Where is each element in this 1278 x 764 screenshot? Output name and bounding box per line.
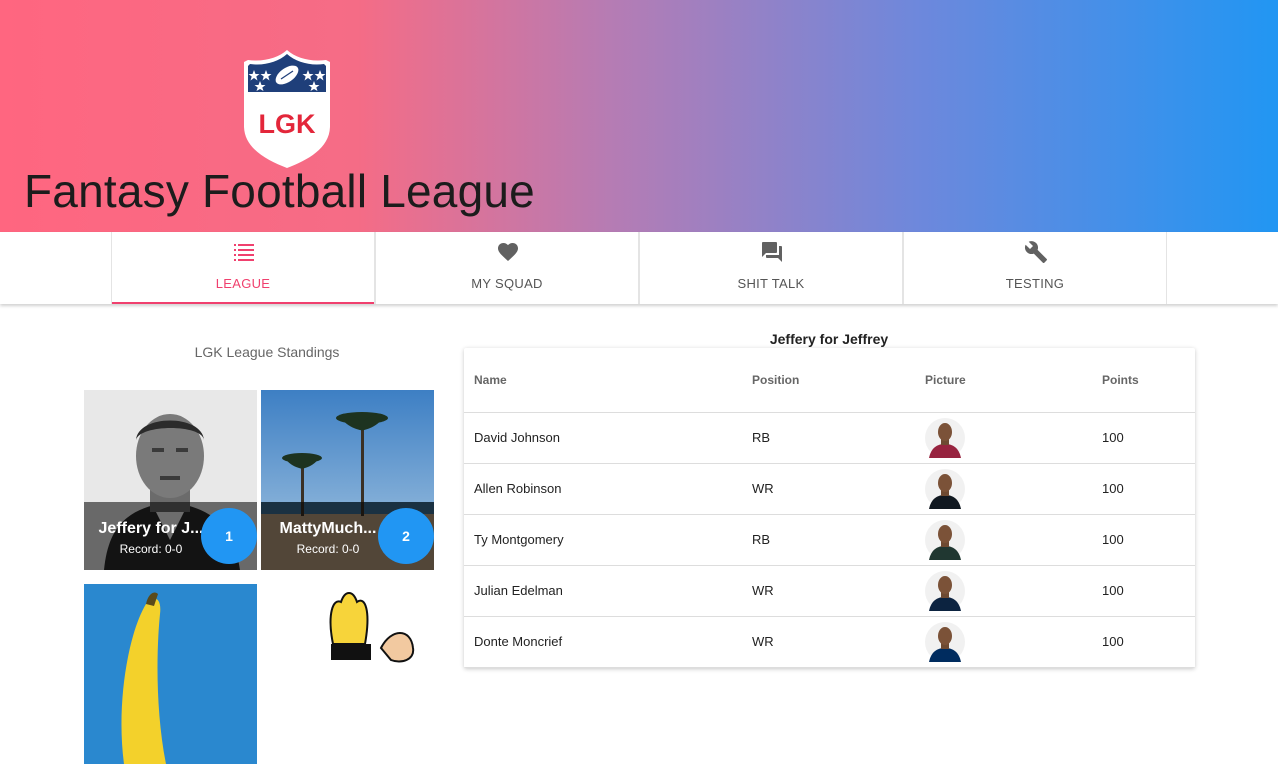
player-points: 100 — [1102, 412, 1195, 464]
player-avatar — [925, 519, 965, 560]
wrench-icon — [1024, 241, 1047, 263]
player-picture-cell — [925, 514, 1102, 566]
team-record: Record: 0-0 — [296, 542, 360, 556]
player-name: David Johnson — [464, 412, 752, 464]
tab-testing-label: TESTING — [1005, 276, 1065, 291]
player-position: RB — [752, 514, 925, 566]
header-banner: LGK Fantasy Football League — [0, 0, 1278, 232]
heart-icon — [498, 243, 518, 261]
column-header-position[interactable]: Position — [752, 348, 925, 413]
player-name: Ty Montgomery — [464, 514, 752, 566]
team-name: Jeffery for J... — [98, 520, 204, 537]
player-points: 100 — [1102, 463, 1195, 515]
team-card[interactable]: Jeffery for J... Record: 0-0 1 — [84, 390, 257, 570]
table-row[interactable]: Julian Edelman WR 100 — [464, 565, 1195, 617]
tab-league-label: LEAGUE — [215, 276, 271, 291]
team-photo — [84, 584, 257, 764]
table-header-row: Name Position Picture Points — [464, 348, 1195, 413]
list-icon — [234, 244, 254, 261]
player-picture-cell — [925, 412, 1102, 464]
team-name: MattyMuch... — [279, 520, 377, 537]
team-card[interactable] — [261, 584, 434, 764]
tab-shit-talk[interactable]: SHIT TALK — [639, 232, 903, 304]
team-record: Record: 0-0 — [119, 542, 183, 556]
table-row[interactable]: David Johnson RB 100 — [464, 412, 1195, 464]
player-position: WR — [752, 616, 925, 668]
team-photo — [261, 584, 434, 764]
tab-league[interactable]: LEAGUE — [111, 232, 375, 304]
roster-table: Name Position Picture Points David Johns… — [464, 348, 1195, 668]
player-position: WR — [752, 565, 925, 617]
team-card[interactable] — [84, 584, 257, 764]
player-points: 100 — [1102, 514, 1195, 566]
player-picture-cell — [925, 565, 1102, 617]
player-name: Donte Moncrief — [464, 616, 752, 668]
standings-title: LGK League Standings — [194, 344, 340, 360]
table-row[interactable]: Ty Montgomery RB 100 — [464, 514, 1195, 566]
column-header-picture[interactable]: Picture — [925, 348, 1102, 413]
player-picture-cell — [925, 616, 1102, 668]
player-points: 100 — [1102, 616, 1195, 668]
column-header-name[interactable]: Name — [464, 348, 752, 413]
table-row[interactable]: Donte Moncrief WR 100 — [464, 616, 1195, 668]
rank-badge: 2 — [378, 508, 434, 564]
tab-testing[interactable]: TESTING — [903, 232, 1167, 304]
roster-title: Jeffery for Jeffrey — [769, 331, 889, 347]
player-name: Allen Robinson — [464, 463, 752, 515]
player-avatar — [925, 621, 965, 662]
player-avatar — [925, 468, 965, 509]
player-position: WR — [752, 463, 925, 515]
chat-icon — [762, 242, 782, 262]
player-points: 100 — [1102, 565, 1195, 617]
tab-shit-talk-label: SHIT TALK — [737, 276, 805, 291]
tab-bar: LEAGUE MY SQUAD SHIT TALK TESTING — [0, 232, 1278, 304]
player-position: RB — [752, 412, 925, 464]
team-card[interactable]: MattyMuch... Record: 0-0 2 — [261, 390, 434, 570]
table-row[interactable]: Allen Robinson WR 100 — [464, 463, 1195, 515]
column-header-points[interactable]: Points — [1102, 348, 1195, 413]
player-name: Julian Edelman — [464, 565, 752, 617]
player-picture-cell — [925, 463, 1102, 515]
player-avatar — [925, 570, 965, 611]
site-title: Fantasy Football League — [24, 165, 535, 217]
tab-my-squad-label: MY SQUAD — [471, 276, 543, 291]
player-avatar — [925, 417, 965, 458]
tab-my-squad[interactable]: MY SQUAD — [375, 232, 639, 304]
svg-text:LGK: LGK — [259, 109, 316, 139]
rank-badge: 1 — [201, 508, 257, 564]
lgk-logo: LGK — [244, 50, 330, 168]
